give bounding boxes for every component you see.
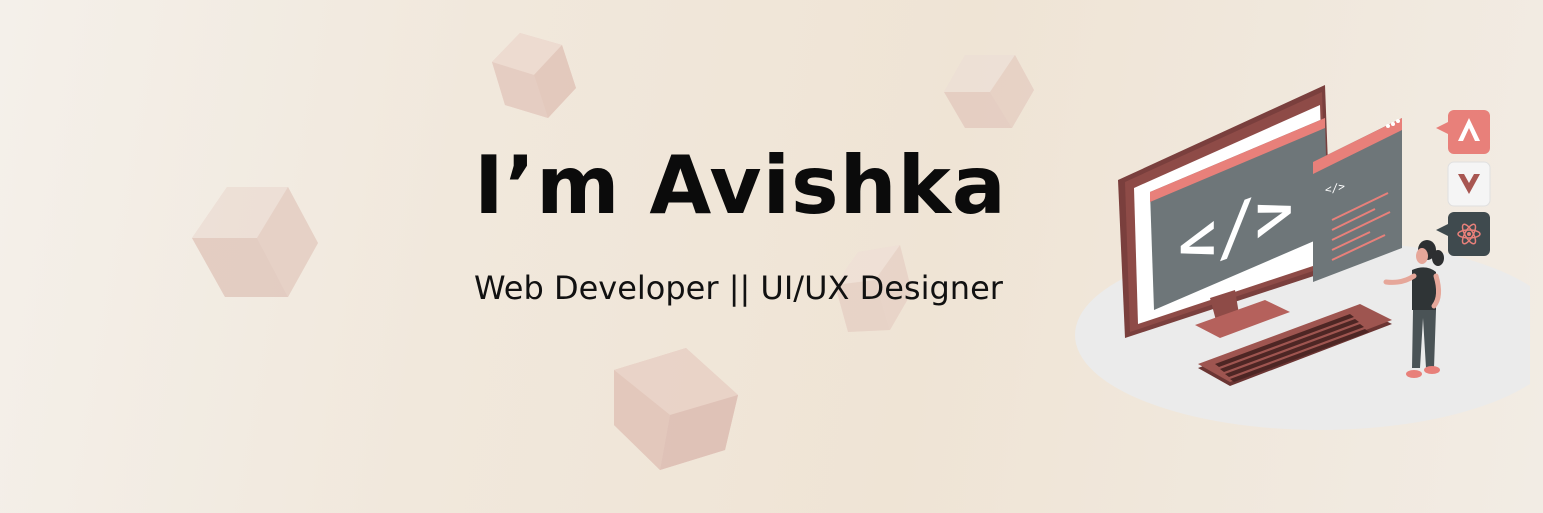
hero-title: I’m Avishka: [474, 139, 1007, 232]
angular-icon: [1436, 110, 1490, 154]
hero-banner: I’m Avishka Web Developer || UI/UX Desig…: [0, 0, 1543, 513]
developer-illustration: </> </>: [1075, 85, 1530, 430]
hero-subtitle: Web Developer || UI/UX Designer: [474, 269, 1003, 307]
vue-icon: [1447, 161, 1491, 207]
react-icon: [1436, 212, 1490, 256]
